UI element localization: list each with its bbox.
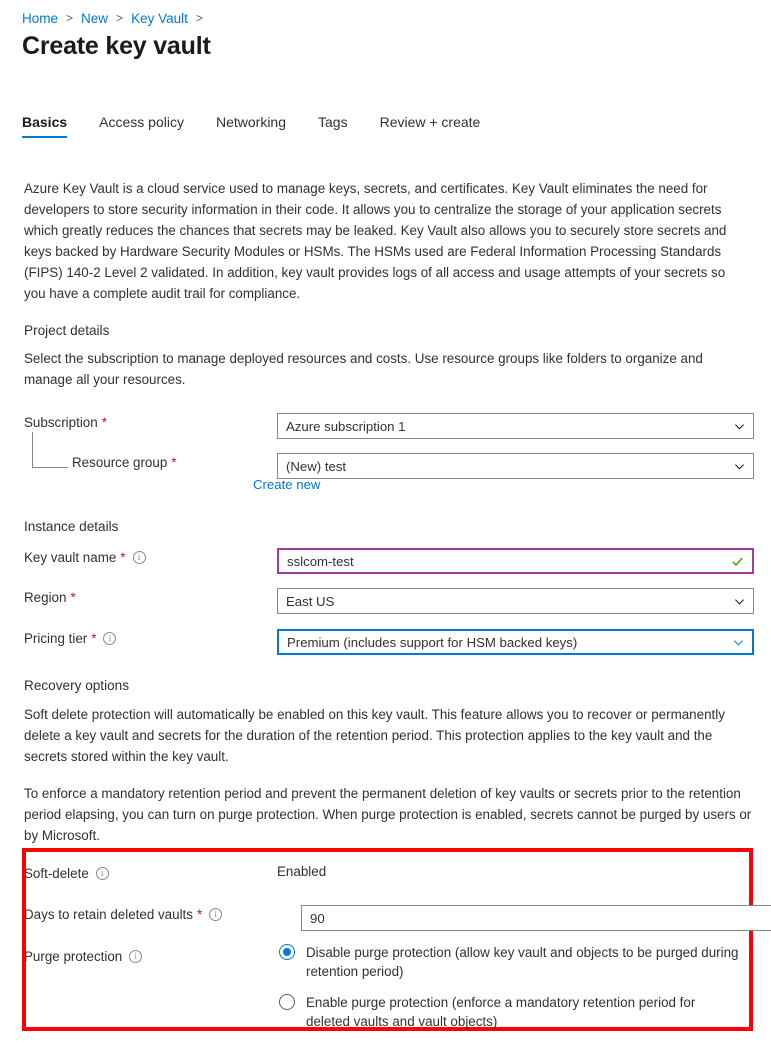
days-to-retain-label: Days to retain deleted vaults * xyxy=(24,907,223,922)
pricing-tier-label: Pricing tier * xyxy=(24,631,117,646)
field-row-subscription: Subscription * Azure subscription 1 xyxy=(24,413,754,439)
radio-option-disable-purge-protection[interactable]: Disable purge protection (allow key vaul… xyxy=(279,943,739,981)
key-vault-name-label-text: Key vault name xyxy=(24,550,117,565)
region-value: East US xyxy=(286,593,335,609)
chevron-down-icon xyxy=(734,596,745,607)
tab-review-create[interactable]: Review + create xyxy=(380,114,481,138)
section-heading-project-details: Project details xyxy=(24,323,110,338)
resource-group-value: (New) test xyxy=(286,458,347,474)
breadcrumb-item-key-vault[interactable]: Key Vault xyxy=(131,11,188,26)
days-to-retain-label-text: Days to retain deleted vaults xyxy=(24,907,193,922)
chevron-down-icon xyxy=(734,421,745,432)
days-to-retain-input[interactable]: 90 xyxy=(301,905,771,931)
resource-group-label-text: Resource group xyxy=(72,455,168,470)
region-label: Region * xyxy=(24,590,76,605)
purge-protection-label-text: Purge protection xyxy=(24,949,123,964)
radio-option-label: Enable purge protection (enforce a manda… xyxy=(306,995,696,1029)
soft-delete-label: Soft-delete xyxy=(24,866,109,881)
resource-group-dropdown[interactable]: (New) test xyxy=(277,453,754,479)
pricing-tier-value: Premium (includes support for HSM backed… xyxy=(287,634,578,650)
field-row-key-vault-name: Key vault name * sslcom-test xyxy=(24,548,754,574)
key-vault-name-value: sslcom-test xyxy=(287,553,354,569)
soft-delete-value: Enabled xyxy=(277,864,327,879)
breadcrumb-separator-icon: > xyxy=(66,11,74,25)
breadcrumb-item-new[interactable]: New xyxy=(81,11,108,26)
field-row-days-to-retain: Days to retain deleted vaults * 90 xyxy=(24,905,771,931)
project-details-description: Select the subscription to manage deploy… xyxy=(24,351,703,387)
pricing-tier-dropdown[interactable]: Premium (includes support for HSM backed… xyxy=(277,629,754,655)
info-icon[interactable] xyxy=(103,632,117,645)
breadcrumb: Home > New > Key Vault > xyxy=(22,8,211,28)
tab-networking[interactable]: Networking xyxy=(216,114,286,138)
required-asterisk: * xyxy=(196,907,203,922)
purge-protection-radio-group: Disable purge protection (allow key vaul… xyxy=(279,943,739,1043)
key-vault-name-input[interactable]: sslcom-test xyxy=(277,548,754,574)
required-asterisk: * xyxy=(171,455,177,470)
chevron-down-icon xyxy=(733,637,744,648)
breadcrumb-separator-icon: > xyxy=(195,11,203,25)
purge-protection-label: Purge protection xyxy=(24,949,143,964)
tab-access-policy[interactable]: Access policy xyxy=(99,114,184,138)
section-heading-instance-details: Instance details xyxy=(24,519,119,534)
subscription-dropdown[interactable]: Azure subscription 1 xyxy=(277,413,754,439)
breadcrumb-separator-icon: > xyxy=(116,11,124,25)
radio-button-icon[interactable] xyxy=(279,944,295,960)
field-row-region: Region * East US xyxy=(24,588,754,614)
resource-group-label: Resource group * xyxy=(72,455,177,470)
required-asterisk: * xyxy=(91,631,97,646)
info-icon[interactable] xyxy=(132,551,146,564)
radio-button-icon[interactable] xyxy=(279,994,295,1010)
breadcrumb-item-home[interactable]: Home xyxy=(22,11,58,26)
field-row-soft-delete: Soft-delete xyxy=(24,864,754,888)
tab-tags[interactable]: Tags xyxy=(318,114,348,138)
required-asterisk: * xyxy=(101,415,107,430)
pricing-tier-label-text: Pricing tier xyxy=(24,631,88,646)
create-new-resource-group-link[interactable]: Create new xyxy=(253,477,320,492)
intro-description: Azure Key Vault is a cloud service used … xyxy=(24,181,727,301)
page-title: Create key vault xyxy=(22,32,211,60)
section-heading-recovery-options: Recovery options xyxy=(24,678,130,693)
region-label-text: Region xyxy=(24,590,67,605)
recovery-options-paragraph-2: To enforce a mandatory retention period … xyxy=(24,786,752,843)
days-to-retain-value: 90 xyxy=(310,910,325,926)
key-vault-name-label: Key vault name * xyxy=(24,550,146,565)
validation-check-icon xyxy=(731,555,744,568)
radio-option-label: Disable purge protection (allow key vaul… xyxy=(306,945,739,979)
region-dropdown[interactable]: East US xyxy=(277,588,754,614)
required-asterisk: * xyxy=(70,590,76,605)
subscription-label-text: Subscription xyxy=(24,415,98,430)
info-icon[interactable] xyxy=(95,867,109,880)
tab-basics[interactable]: Basics xyxy=(22,114,68,138)
soft-delete-label-text: Soft-delete xyxy=(24,866,89,881)
radio-option-enable-purge-protection[interactable]: Enable purge protection (enforce a manda… xyxy=(279,993,739,1031)
info-icon[interactable] xyxy=(129,950,143,963)
field-row-resource-group: Resource group * (New) test xyxy=(24,453,754,479)
subscription-label: Subscription * xyxy=(24,415,107,430)
tab-bar: Basics Access policy Networking Tags Rev… xyxy=(22,114,512,148)
field-row-pricing-tier: Pricing tier * Premium (includes support… xyxy=(24,629,754,655)
required-asterisk: * xyxy=(120,550,126,565)
subscription-value: Azure subscription 1 xyxy=(286,418,406,434)
recovery-options-paragraph-1: Soft delete protection will automaticall… xyxy=(24,707,725,764)
chevron-down-icon xyxy=(734,461,745,472)
info-icon[interactable] xyxy=(209,908,223,921)
